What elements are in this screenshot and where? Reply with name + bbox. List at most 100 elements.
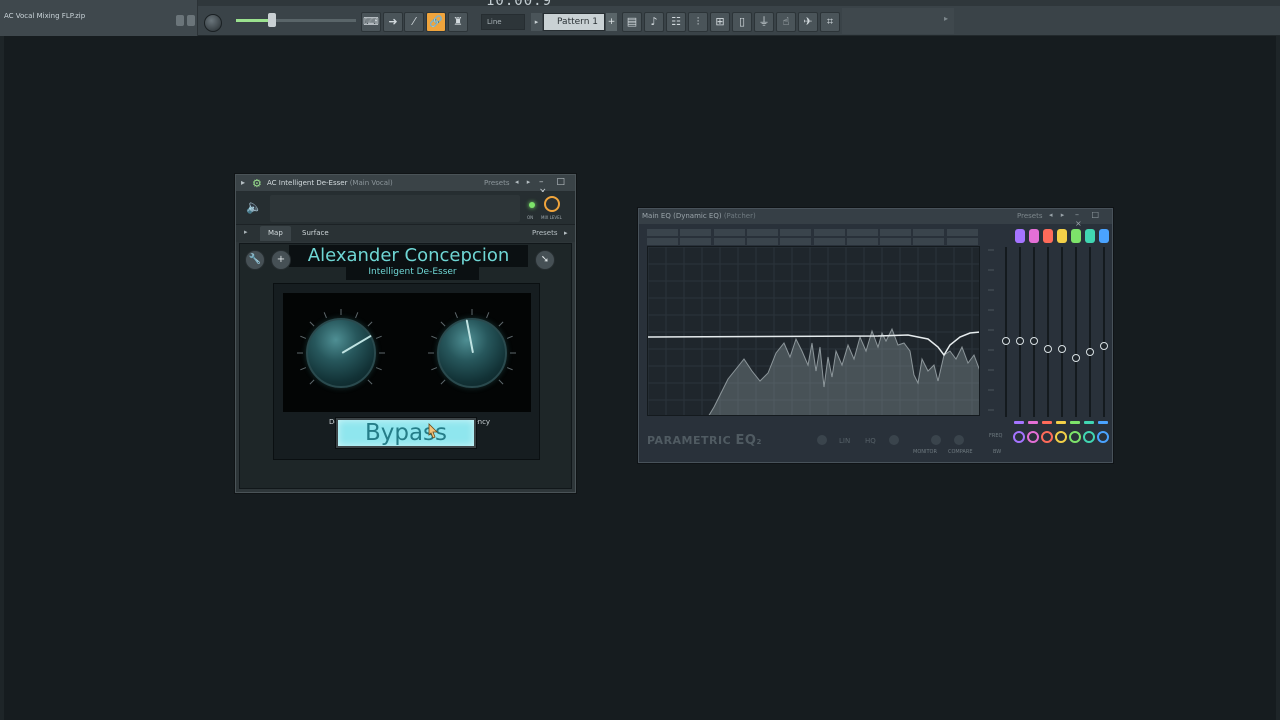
mix-level-knob[interactable]: [544, 196, 560, 212]
chevron-right-icon[interactable]: ▸: [244, 228, 248, 236]
monitor-icon[interactable]: [931, 435, 941, 445]
band-header-cell[interactable]: [647, 229, 678, 236]
channel-rack-icon[interactable]: ☷: [666, 12, 686, 32]
band-header-cell[interactable]: [846, 229, 878, 236]
tempo-icon[interactable]: ✈: [798, 12, 818, 32]
de-ess-knob[interactable]: De-Ess: [296, 308, 386, 426]
hq-button[interactable]: HQ: [865, 437, 876, 445]
window-buttons[interactable]: – □ ×: [1075, 210, 1112, 228]
band-slider-thumb[interactable]: [1030, 336, 1038, 345]
band-shape-knob[interactable]: [1069, 431, 1081, 443]
frequency-knob[interactable]: Frequency: [427, 308, 517, 426]
cursor-tool-icon[interactable]: ➘: [535, 250, 555, 270]
tab-surface[interactable]: Surface: [294, 226, 337, 241]
piano-roll-icon[interactable]: ♪: [644, 12, 664, 32]
band-slider[interactable]: [1014, 229, 1026, 419]
band-shape-knob[interactable]: [1027, 431, 1039, 443]
band-header-cell[interactable]: [647, 238, 678, 245]
playlist-icon[interactable]: ▤: [622, 12, 642, 32]
band-slider-track[interactable]: [1047, 247, 1049, 417]
band-slider-thumb[interactable]: [1072, 353, 1080, 362]
band-header-cell[interactable]: [780, 238, 812, 245]
band-color-cap[interactable]: [1057, 229, 1067, 243]
band-slider-thumb[interactable]: [1058, 345, 1066, 353]
band-slider[interactable]: [1070, 229, 1082, 419]
link-button[interactable]: 🔗: [426, 12, 446, 32]
band-header-cell[interactable]: [713, 229, 745, 236]
presets-label[interactable]: Presets: [1017, 212, 1042, 220]
band-slider[interactable]: [1028, 229, 1040, 419]
band-header-cell[interactable]: [880, 229, 912, 236]
chevron-right-icon[interactable]: ▸: [241, 178, 245, 187]
band-header-cell[interactable]: [813, 229, 845, 236]
lin-button[interactable]: LIN: [839, 437, 850, 445]
band-header-cell[interactable]: [746, 238, 778, 245]
band-slider-track[interactable]: [1005, 247, 1007, 417]
step-edit-button[interactable]: ➜: [383, 12, 403, 32]
band-slider-thumb[interactable]: [1002, 336, 1010, 345]
band-slider-thumb[interactable]: [1044, 345, 1052, 353]
project-icon[interactable]: ▯: [732, 12, 752, 32]
pattern-add-button[interactable]: +: [606, 13, 617, 31]
on-led[interactable]: [529, 202, 535, 208]
band-header-cell[interactable]: [913, 238, 945, 245]
touch-controller-icon[interactable]: ☝: [776, 12, 796, 32]
deesser-titlebar[interactable]: ▸ ⚙ AC Intelligent De-Esser (Main Vocal)…: [236, 175, 575, 197]
band-color-cap[interactable]: [1029, 229, 1039, 243]
band-color-cap[interactable]: [1085, 229, 1095, 243]
tab-map[interactable]: Map: [260, 226, 291, 241]
band-color-cap[interactable]: [1099, 229, 1109, 243]
mixer-icon[interactable]: ⫶: [688, 12, 708, 32]
snap-select[interactable]: Line: [481, 14, 525, 30]
band-slider-track[interactable]: [1103, 247, 1105, 417]
typing-keyboard-button[interactable]: ⌨: [361, 12, 381, 32]
band-slider[interactable]: [1084, 229, 1096, 419]
band-slider-thumb[interactable]: [1016, 336, 1024, 345]
band-shape-knob[interactable]: [1055, 431, 1067, 443]
band-color-cap[interactable]: [1071, 229, 1081, 243]
band-header-cell[interactable]: [946, 229, 978, 236]
tab-presets[interactable]: Presets: [532, 229, 557, 237]
preset-nav-arrows[interactable]: ◂ ▸: [1049, 211, 1067, 219]
band-slider[interactable]: [1042, 229, 1054, 419]
pattern-prev-button[interactable]: ▸: [531, 13, 542, 31]
master-volume-thumb[interactable]: [268, 13, 276, 27]
band-header-cell[interactable]: [780, 229, 812, 236]
band-header-cell[interactable]: [680, 238, 712, 245]
knob-body[interactable]: [306, 318, 376, 388]
band-slider-track[interactable]: [1089, 247, 1091, 417]
band-header-cell[interactable]: [746, 229, 778, 236]
speaker-icon[interactable]: 🔈: [246, 200, 262, 215]
band-header-cell[interactable]: [680, 229, 712, 236]
chevron-right-icon[interactable]: ▸: [564, 229, 568, 237]
band-slider-track[interactable]: [1019, 247, 1021, 417]
band-shape-knob[interactable]: [1097, 431, 1109, 443]
pattern-select[interactable]: Pattern 1: [543, 13, 605, 31]
preset-nav-arrows[interactable]: ◂ ▸: [515, 178, 533, 186]
master-pitch-knob[interactable]: [204, 14, 222, 32]
play-icon[interactable]: [817, 435, 827, 445]
band-slider-track[interactable]: [1075, 247, 1077, 417]
band-header-cell[interactable]: [713, 238, 745, 245]
band-header-cell[interactable]: [880, 238, 912, 245]
master-volume-slider[interactable]: [236, 13, 356, 27]
band-slider-thumb[interactable]: [1086, 348, 1094, 357]
band-slider[interactable]: [1000, 229, 1012, 419]
band-header-cell[interactable]: [913, 229, 945, 236]
chevron-right-icon[interactable]: ▸: [944, 14, 948, 23]
gear-icon[interactable]: ⚙: [252, 177, 262, 190]
band-slider-track[interactable]: [1033, 247, 1035, 417]
wrench-icon[interactable]: 🔧: [245, 250, 265, 270]
band-shape-knob[interactable]: [1083, 431, 1095, 443]
band-shape-knob[interactable]: [1013, 431, 1025, 443]
band-slider-track[interactable]: [1061, 247, 1063, 417]
bypass-button[interactable]: Bypass: [336, 418, 476, 448]
eq-titlebar[interactable]: Main EQ (Dynamic EQ) (Patcher) Presets ◂…: [639, 209, 1112, 228]
band-slider[interactable]: [1098, 229, 1110, 419]
band-header-cell[interactable]: [946, 238, 978, 245]
option-icon[interactable]: [889, 435, 899, 445]
band-shape-knob[interactable]: [1041, 431, 1053, 443]
band-slider-thumb[interactable]: [1100, 341, 1108, 350]
presets-label[interactable]: Presets: [484, 179, 509, 187]
band-color-cap[interactable]: [1015, 229, 1025, 243]
